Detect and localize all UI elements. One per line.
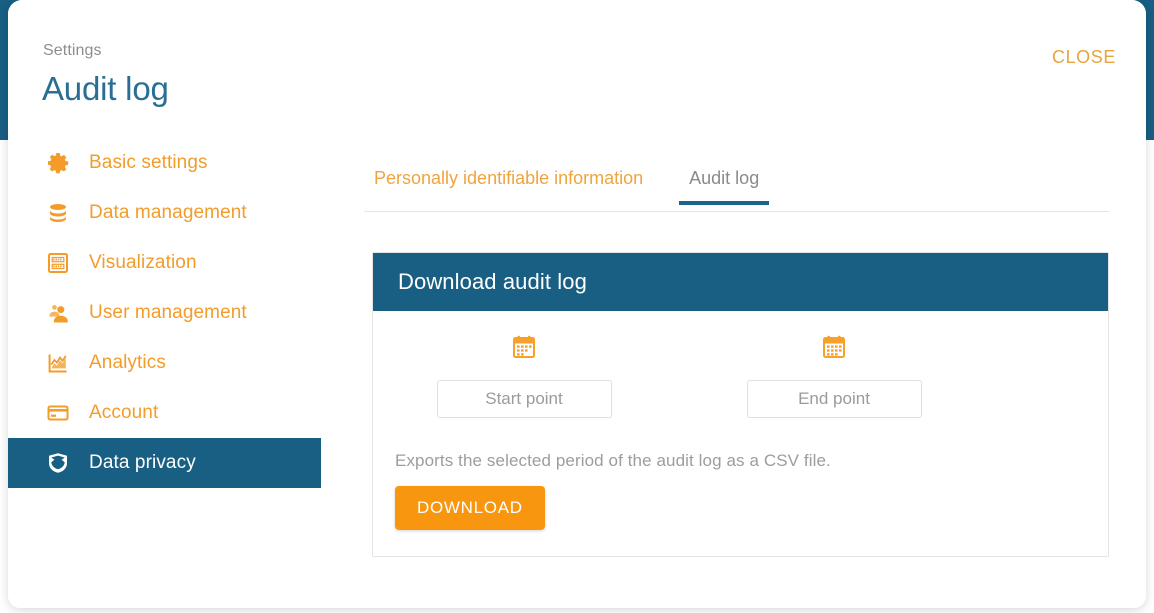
breadcrumb: Settings: [43, 42, 102, 59]
end-point-field: [703, 333, 965, 418]
calendar-icon: [510, 333, 538, 366]
gear-icon: [43, 149, 73, 177]
download-button[interactable]: DOWNLOAD: [395, 486, 545, 530]
modal-header: Settings Audit log CLOSE: [8, 0, 1146, 138]
sidebar-item-analytics[interactable]: Analytics: [8, 338, 321, 388]
sidebar-item-label: Analytics: [89, 352, 166, 373]
settings-sidebar: Basic settings Data management Visualiza…: [8, 138, 321, 608]
sidebar-item-account[interactable]: Account: [8, 388, 321, 438]
sidebar-item-data-privacy[interactable]: Data privacy: [8, 438, 321, 488]
sidebar-item-label: User management: [89, 302, 247, 323]
tab-personally-identifiable-information[interactable]: Personally identifiable information: [364, 168, 653, 204]
end-point-input[interactable]: [746, 380, 922, 418]
sidebar-item-data-management[interactable]: Data management: [8, 188, 321, 238]
modal-body: Basic settings Data management Visualiza…: [8, 138, 1146, 608]
sidebar-item-label: Account: [89, 402, 159, 423]
credit-card-icon: [43, 399, 73, 427]
sidebar-item-visualization[interactable]: Visualization: [8, 238, 321, 288]
page-title: Audit log: [42, 70, 169, 107]
calendar-icon: [820, 333, 848, 366]
app-root: Settings Audit log CLOSE Basic settings: [0, 0, 1154, 613]
table-grid-icon: [43, 249, 73, 277]
sidebar-item-label: Basic settings: [89, 152, 208, 173]
user-icon: [43, 299, 73, 327]
card-body: Exports the selected period of the audit…: [373, 311, 1108, 556]
sidebar-item-label: Data management: [89, 202, 247, 223]
database-icon: [43, 199, 73, 227]
start-point-field: [393, 333, 655, 418]
download-audit-log-card: Download audit log Start point End point…: [372, 252, 1109, 557]
settings-content: Personally identifiable information Audi…: [321, 138, 1146, 608]
sidebar-item-user-management[interactable]: User management: [8, 288, 321, 338]
sidebar-item-basic-settings[interactable]: Basic settings: [8, 138, 321, 188]
sidebar-item-label: Data privacy: [89, 452, 196, 473]
chart-icon: [43, 349, 73, 377]
card-title: Download audit log: [373, 253, 1108, 311]
export-description: Exports the selected period of the audit…: [395, 451, 831, 470]
settings-modal-panel: Settings Audit log CLOSE Basic settings: [8, 0, 1146, 608]
shield-icon: [43, 449, 73, 477]
date-range-row: [373, 311, 1108, 418]
start-point-input[interactable]: [436, 380, 612, 418]
close-button[interactable]: CLOSE: [1052, 47, 1116, 68]
tab-bar: Personally identifiable information Audi…: [364, 168, 1109, 212]
sidebar-item-label: Visualization: [89, 252, 197, 273]
tab-audit-log[interactable]: Audit log: [679, 168, 770, 205]
